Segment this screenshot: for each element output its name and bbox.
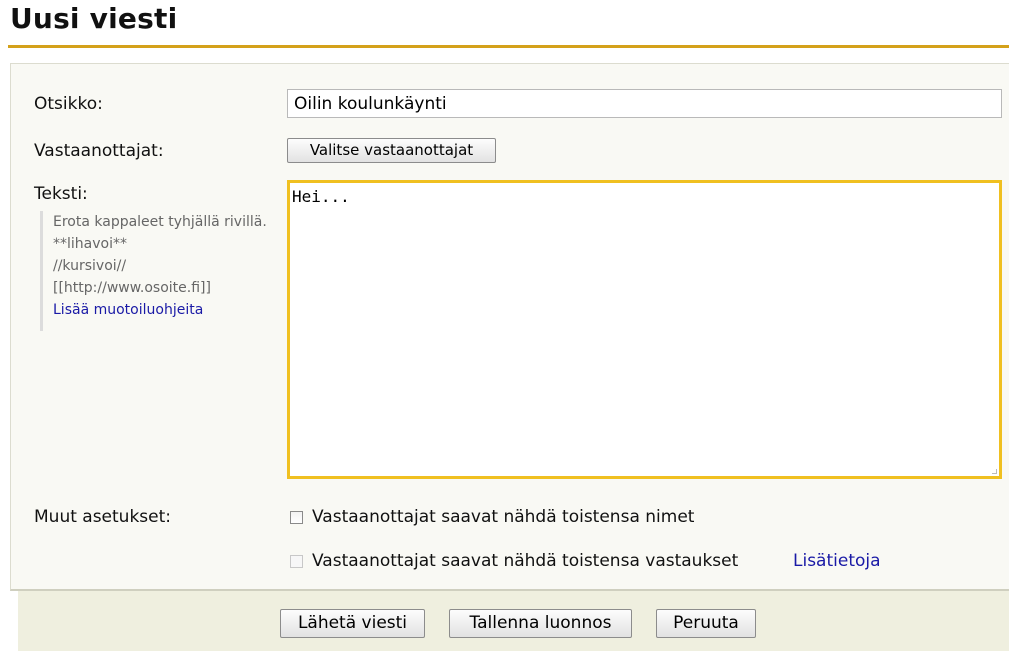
formatting-hints: Erota kappaleet tyhjällä rivillä. **liha… — [40, 211, 280, 331]
send-message-button[interactable]: Lähetä viesti — [280, 609, 425, 638]
other-settings-label: Muut asetukset: — [34, 507, 172, 527]
hint-link: [[http://www.osoite.fi]] — [53, 280, 211, 296]
title-divider — [8, 45, 1009, 48]
hint-paragraphs: Erota kappaleet tyhjällä rivillä. — [53, 214, 267, 230]
message-textarea-wrapper: Hei... — [287, 180, 1002, 479]
cancel-button[interactable]: Peruuta — [656, 609, 756, 638]
show-replies-checkbox[interactable] — [290, 555, 303, 568]
subject-input[interactable] — [287, 89, 1002, 118]
message-textarea[interactable]: Hei... — [290, 183, 999, 476]
resize-grip-icon[interactable] — [992, 469, 997, 474]
show-names-checkbox[interactable] — [290, 511, 303, 524]
hint-italic: //kursivoi// — [53, 258, 127, 274]
more-formatting-link[interactable]: Lisää muotoiluohjeita — [53, 299, 280, 321]
show-replies-label[interactable]: Vastaanottajat saavat nähdä toistensa va… — [312, 551, 738, 571]
more-info-link[interactable]: Lisätietoja — [793, 551, 881, 571]
page-title: Uusi viesti — [10, 2, 178, 35]
subject-label: Otsikko: — [34, 94, 103, 114]
recipients-label: Vastaanottajat: — [34, 141, 164, 161]
hint-bold: **lihavoi** — [53, 236, 127, 252]
save-draft-button[interactable]: Tallenna luonnos — [449, 609, 632, 638]
show-names-label[interactable]: Vastaanottajat saavat nähdä toistensa ni… — [312, 507, 694, 527]
text-label: Teksti: — [34, 184, 88, 204]
choose-recipients-button[interactable]: Valitse vastaanottajat — [287, 138, 496, 163]
